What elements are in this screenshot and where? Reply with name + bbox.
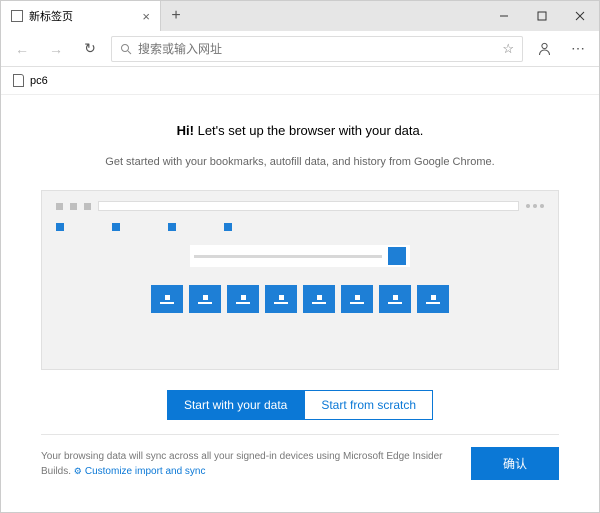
titlebar: 新标签页 × + bbox=[1, 1, 599, 31]
tab-title: 新标签页 bbox=[29, 8, 73, 24]
setup-panel: Hi! Let's set up the browser with your d… bbox=[1, 95, 599, 480]
sync-text: Your browsing data will sync across all … bbox=[41, 449, 457, 479]
search-icon bbox=[120, 43, 132, 55]
maximize-button[interactable] bbox=[523, 1, 561, 31]
minimize-button[interactable] bbox=[485, 1, 523, 31]
confirm-button[interactable]: 确认 bbox=[471, 447, 559, 480]
page-icon bbox=[11, 10, 23, 22]
customize-link[interactable]: Customize import and sync bbox=[74, 466, 206, 477]
back-button[interactable]: ← bbox=[9, 36, 35, 62]
address-bar[interactable]: ☆ bbox=[111, 36, 523, 62]
browser-tab[interactable]: 新标签页 × bbox=[1, 1, 161, 31]
profile-button[interactable] bbox=[531, 36, 557, 62]
new-tab-button[interactable]: + bbox=[161, 1, 191, 31]
start-with-data-button[interactable]: Start with your data bbox=[167, 390, 304, 420]
address-input[interactable] bbox=[138, 42, 496, 56]
illustration bbox=[41, 190, 559, 370]
close-tab-icon[interactable]: × bbox=[142, 9, 150, 24]
favorite-icon[interactable]: ☆ bbox=[502, 41, 514, 57]
option-buttons: Start with your data Start from scratch bbox=[41, 390, 559, 420]
favorites-bar: pc6 bbox=[1, 67, 599, 95]
close-window-button[interactable] bbox=[561, 1, 599, 31]
start-from-scratch-button[interactable]: Start from scratch bbox=[304, 390, 433, 420]
bookmark-item[interactable]: pc6 bbox=[30, 75, 48, 87]
setup-headline: Hi! Let's set up the browser with your d… bbox=[41, 123, 559, 138]
toolbar: ← → ↻ ☆ ⋯ bbox=[1, 31, 599, 67]
forward-button[interactable]: → bbox=[43, 36, 69, 62]
menu-button[interactable]: ⋯ bbox=[565, 36, 591, 62]
setup-subtitle: Get started with your bookmarks, autofil… bbox=[41, 156, 559, 168]
bookmark-icon bbox=[13, 74, 24, 87]
footer: Your browsing data will sync across all … bbox=[41, 434, 559, 480]
refresh-button[interactable]: ↻ bbox=[77, 36, 103, 62]
window-controls bbox=[485, 1, 599, 31]
